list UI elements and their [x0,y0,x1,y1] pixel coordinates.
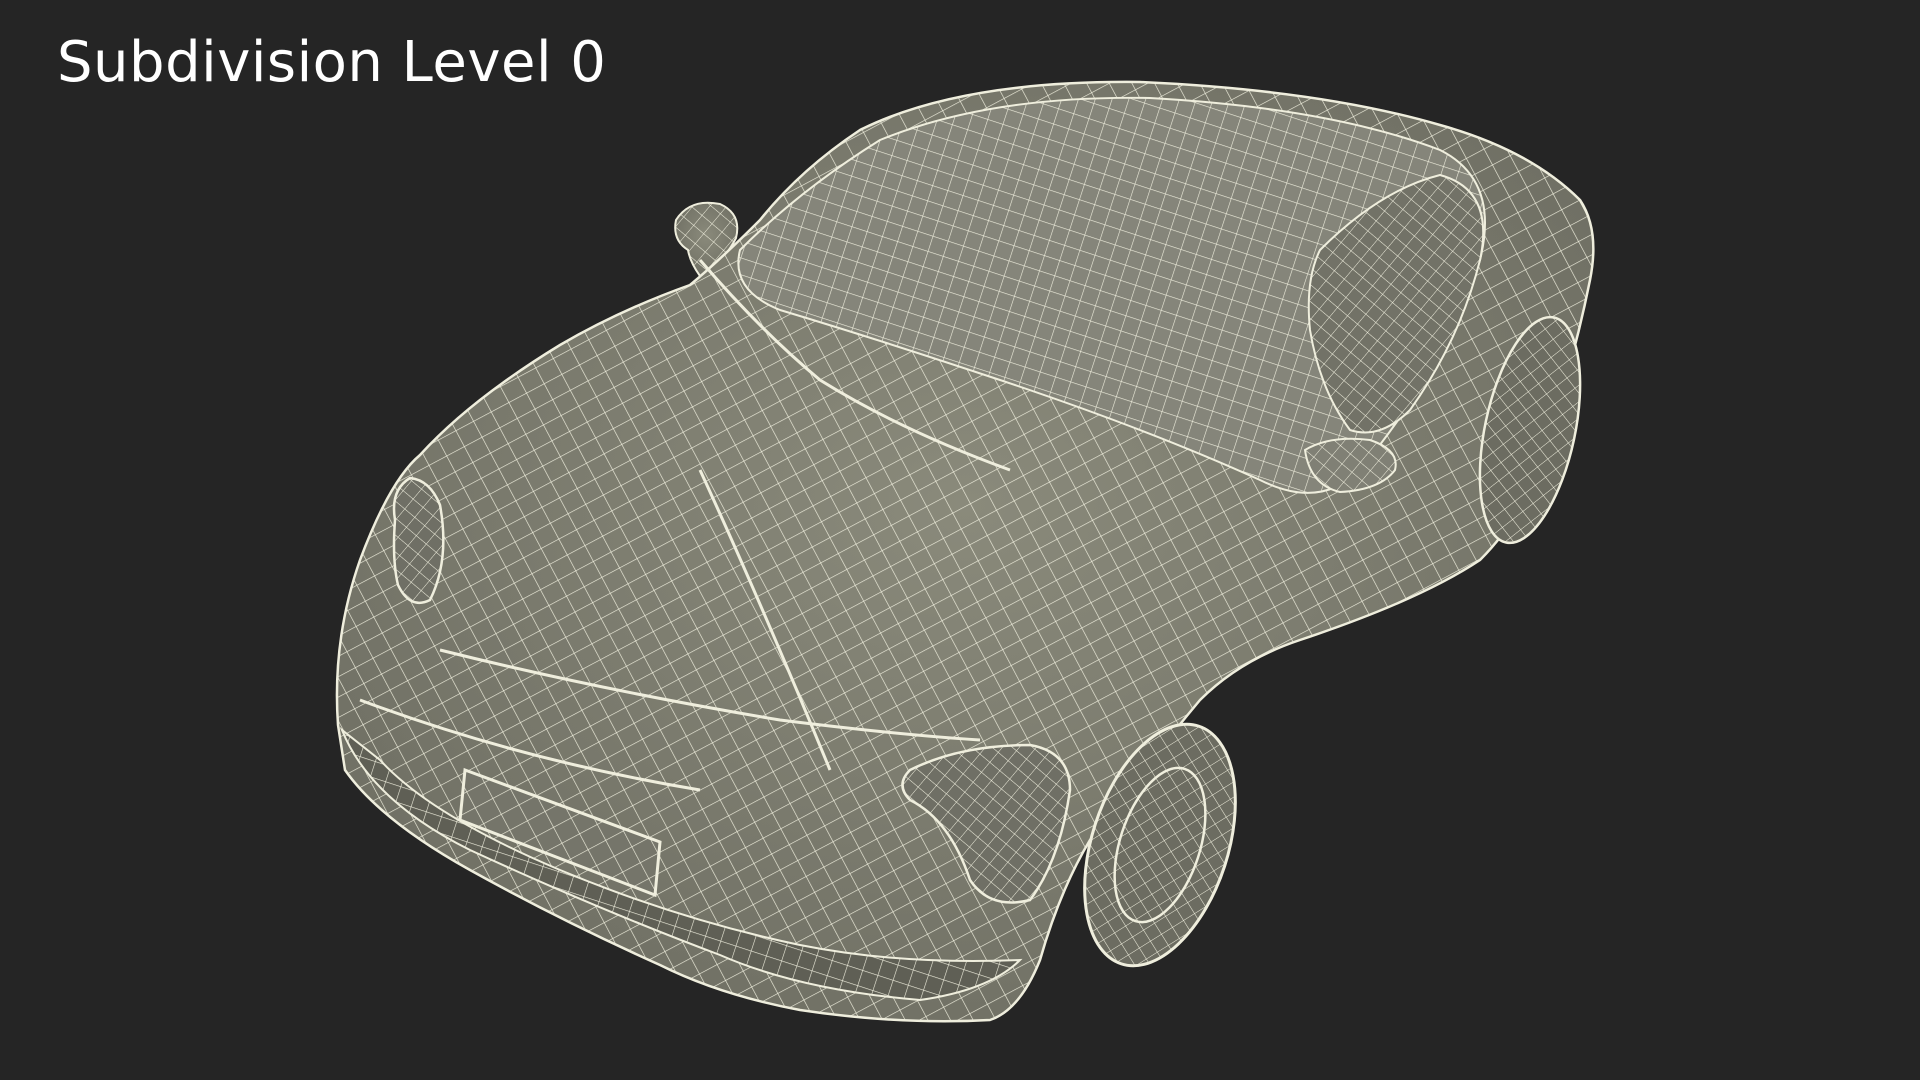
car-wireframe-render [335,80,1595,1023]
render-viewport: Subdivision Level 0 [0,0,1920,1080]
left-headlight [392,476,445,605]
subdivision-level-caption: Subdivision Level 0 [57,30,607,95]
